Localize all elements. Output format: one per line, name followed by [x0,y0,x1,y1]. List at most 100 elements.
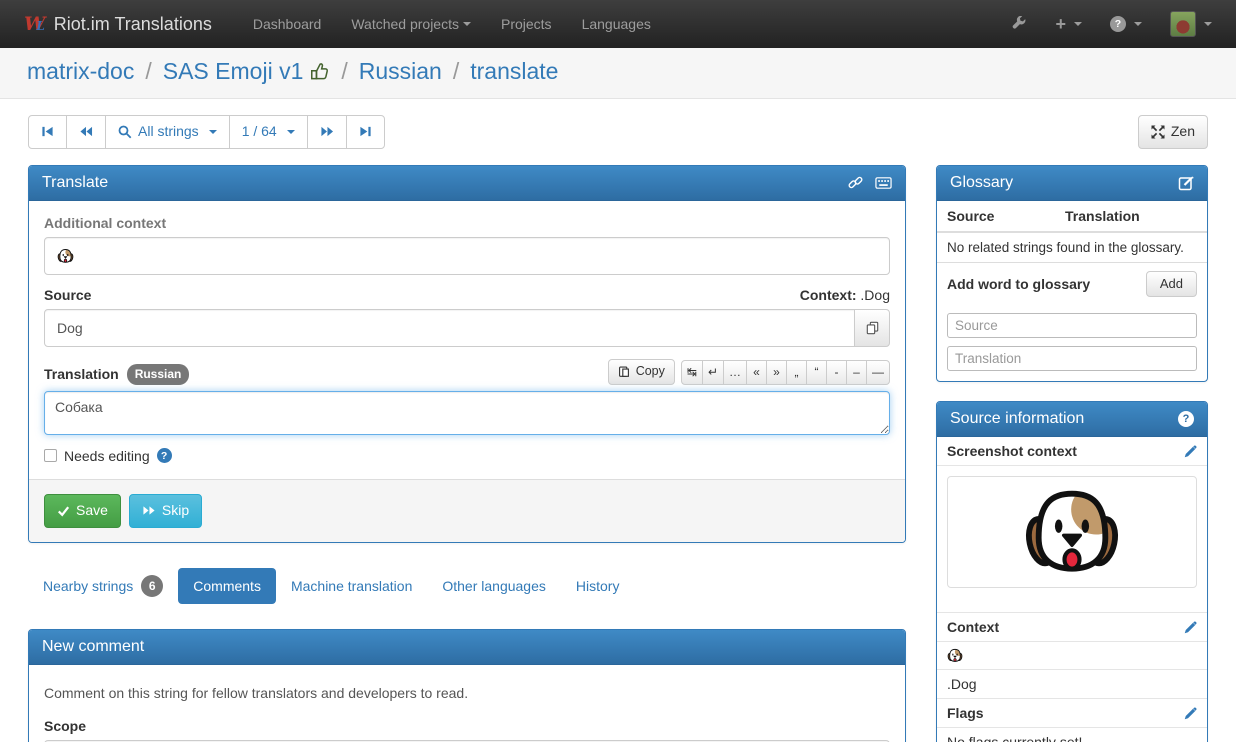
special-char-hyphen[interactable]: - [826,360,847,385]
edit-context-icon[interactable] [1184,621,1197,634]
glossary-table-header: Source Translation [937,201,1207,233]
screenshot-image-box[interactable] [947,476,1197,588]
detail-tabs: Nearby strings 6 Comments Machine transl… [28,565,906,607]
source-info-help-icon[interactable]: ? [1178,411,1194,427]
help-menu[interactable]: ? [1110,16,1142,32]
tab-machine-translation[interactable]: Machine translation [276,568,427,604]
next-string-button[interactable] [307,115,347,149]
caret-down-icon [209,130,217,134]
context-key: Context: .Dog [800,287,890,303]
translate-panel-footer: Save Skip [29,479,905,542]
special-char-low-quote[interactable]: „ [786,360,807,385]
skip-forward-icon [142,504,156,517]
nav-item-dashboard[interactable]: Dashboard [238,0,337,48]
glossary-add-button[interactable]: Add [1146,271,1197,297]
special-char-tab[interactable]: ↹ [681,360,703,385]
dog-emoji-small [57,248,74,264]
context-emoji-row [937,642,1207,670]
caret-down-icon [1204,22,1212,26]
weblate-logo: WL [24,13,45,35]
app-brand[interactable]: WL Riot.im Translations [24,13,212,35]
glossary-body: Source Translation No related strings fo… [937,201,1207,381]
new-comment-body: Comment on this string for fellow transl… [29,665,905,742]
glossary-empty-text: No related strings found in the glossary… [937,233,1207,263]
glossary-header: Glossary [937,166,1207,201]
context-row: Context [937,612,1207,642]
source-info-title: Source information [950,410,1084,428]
tab-other-languages[interactable]: Other languages [427,568,561,604]
glossary-source-input[interactable] [947,313,1197,338]
nav-item-languages[interactable]: Languages [567,0,666,48]
string-nav-group: All strings 1 / 64 [28,115,385,149]
user-avatar [1170,11,1196,37]
fast-forward-icon [320,125,334,138]
special-char-laquo[interactable]: « [746,360,767,385]
fast-backward-icon [79,125,93,138]
translate-panel-header: Translate [29,166,905,201]
breadcrumb-language[interactable]: Russian [359,58,442,85]
nav-item-projects[interactable]: Projects [486,0,567,48]
translate-panel-title: Translate [42,174,108,192]
top-navbar: WL Riot.im Translations Dashboard Watche… [0,0,1236,48]
special-char-newline[interactable]: ↵ [702,360,724,385]
special-char-high-quote[interactable]: “ [806,360,827,385]
glossary-translation-input[interactable] [947,346,1197,371]
context-key-row: .Dog [937,670,1207,699]
translation-textarea[interactable]: Собака [44,391,890,435]
screenshot-area [937,466,1207,612]
copy-button[interactable]: Copy [608,359,675,385]
copy-pages-icon [866,321,879,335]
tab-nearby-strings[interactable]: Nearby strings 6 [28,565,178,607]
add-word-label: Add word to glossary [947,276,1090,292]
source-string-field[interactable] [44,309,855,347]
manage-glossary-icon[interactable] [1178,175,1194,191]
step-forward-icon [359,125,372,138]
user-menu[interactable] [1170,11,1212,37]
wrench-icon [1011,16,1027,32]
special-char-ellipsis[interactable]: … [723,360,747,385]
string-navigation-toolbar: All strings 1 / 64 Zen [28,115,1208,149]
needs-editing-help-icon[interactable]: ? [157,448,172,463]
source-info-body: Screenshot context Context [937,437,1207,742]
source-string-group [44,309,890,347]
screenshot-context-row: Screenshot context [937,437,1207,466]
position-dropdown-button[interactable]: 1 / 64 [229,115,308,149]
caret-down-icon [287,130,295,134]
source-label: Source [44,287,91,303]
translate-panel-body: Additional context Source Context: .Dog [29,201,905,479]
translation-label: Translation [44,366,119,382]
tab-comments[interactable]: Comments [178,568,276,604]
dog-emoji-small [947,648,963,663]
special-char-raquo[interactable]: » [766,360,787,385]
admin-wrench-icon[interactable] [1011,16,1027,32]
translate-panel: Translate Additional context Sou [28,165,906,543]
last-string-button[interactable] [346,115,385,149]
zen-mode-button[interactable]: Zen [1138,115,1208,149]
breadcrumb-page[interactable]: translate [470,58,558,85]
navbar-right: + ? [1011,11,1212,37]
glossary-panel: Glossary Source Translation No related s… [936,165,1208,382]
special-char-emdash[interactable]: — [866,360,890,385]
first-string-button[interactable] [28,115,67,149]
add-menu[interactable]: + [1055,14,1082,35]
caret-down-icon [463,22,471,26]
save-button[interactable]: Save [44,494,121,528]
search-filter-button[interactable]: All strings [105,115,230,149]
thumbs-up-icon [310,60,330,87]
breadcrumb-project[interactable]: matrix-doc [27,58,134,85]
copy-source-button[interactable] [854,309,890,347]
needs-editing-checkbox[interactable] [44,449,57,462]
edit-screenshot-icon[interactable] [1184,445,1197,458]
tab-history[interactable]: History [561,568,635,604]
language-badge: Russian [127,364,190,385]
zen-expand-icon [1151,125,1165,139]
skip-button[interactable]: Skip [129,494,202,528]
keyboard-shortcuts-icon[interactable] [875,176,892,190]
breadcrumb-component[interactable]: SAS Emoji v1 [163,58,304,85]
check-icon [57,505,70,517]
previous-string-button[interactable] [66,115,106,149]
edit-flags-icon[interactable] [1184,707,1197,720]
nav-item-watched-projects[interactable]: Watched projects [336,0,486,48]
special-char-endash[interactable]: – [846,360,867,385]
permalink-icon[interactable] [848,175,863,190]
